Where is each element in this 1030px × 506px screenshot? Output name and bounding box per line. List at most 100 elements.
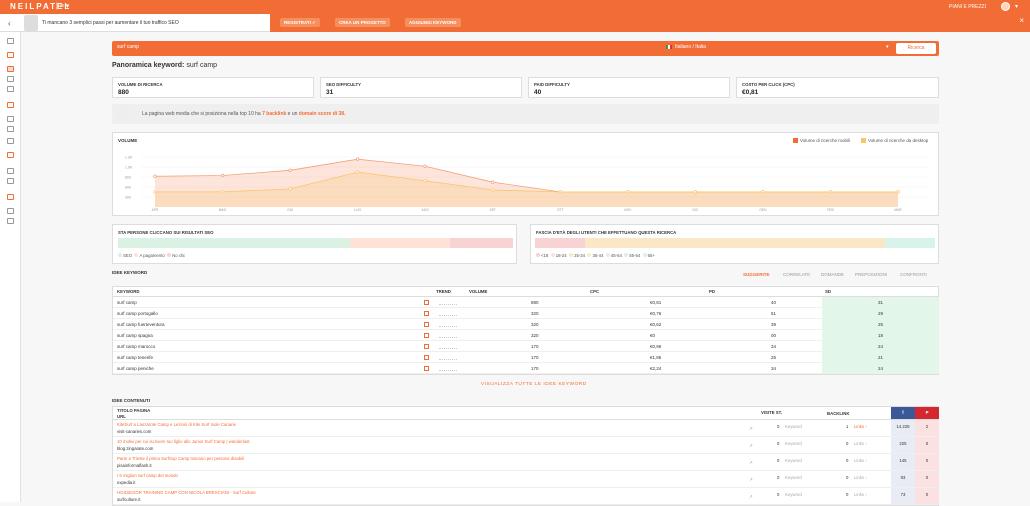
header-pd[interactable]: PD — [709, 287, 715, 297]
data-point[interactable] — [153, 190, 157, 194]
data-point[interactable] — [491, 180, 495, 184]
add-to-list-icon[interactable] — [424, 300, 429, 305]
data-point[interactable] — [491, 188, 495, 192]
data-point[interactable] — [423, 164, 427, 168]
calendar-icon[interactable] — [7, 126, 14, 132]
keyword-ideas-icon[interactable] — [7, 76, 14, 82]
header-trend[interactable]: TREND — [436, 287, 451, 297]
data-point[interactable] — [558, 190, 562, 194]
back-arrow-icon[interactable]: ‹ — [8, 19, 11, 28]
search-input[interactable]: surf camp — [117, 44, 139, 50]
visits-keyword-link[interactable]: Keyword — [785, 492, 802, 497]
content-title-link[interactable]: KiteSurf a Lanzarote Camp e Lezioni di K… — [117, 422, 236, 427]
tab-suggerite[interactable]: SUGGERITE — [743, 272, 770, 277]
header-sd[interactable]: SD — [825, 287, 831, 297]
add-keyword-step-button[interactable]: AGGIUNGI KEYWORD — [405, 18, 461, 27]
external-link-icon[interactable]: ↗ — [749, 426, 753, 432]
header-volume[interactable]: VOLUME — [469, 287, 487, 297]
content-url[interactable]: surfculture.it — [117, 497, 140, 502]
table-row[interactable]: surf camp marocco 170 €0,96 34 24 — [113, 341, 939, 352]
content-url[interactable]: pisainformaflash.it — [117, 463, 152, 468]
add-to-list-icon[interactable] — [424, 366, 429, 371]
backlinks-link[interactable]: Links › — [854, 475, 867, 480]
data-point[interactable] — [896, 190, 900, 194]
keyword-cell[interactable]: surf camp spagna — [117, 330, 153, 341]
language-select[interactable]: Italiano / Italia — [666, 44, 706, 50]
close-icon[interactable]: × — [1019, 16, 1024, 25]
view-all-keyword-ideas-link[interactable]: VISUALIZZA TUTTE LE IDEE KEYWORD — [481, 382, 587, 387]
header-visits[interactable]: VISITE ST. — [761, 410, 782, 415]
backlinks-link[interactable]: Links › — [854, 492, 867, 497]
keyword-cell[interactable]: surf camp portogallo — [117, 308, 158, 319]
data-point[interactable] — [423, 179, 427, 183]
create-project-step-button[interactable]: CREA UN PROGETTO — [335, 18, 390, 27]
tab-confronti[interactable]: CONFRONTI — [900, 272, 927, 277]
data-point[interactable] — [761, 190, 765, 194]
add-to-list-icon[interactable] — [424, 311, 429, 316]
header-url[interactable]: URL — [117, 414, 126, 419]
keyword-cell[interactable]: surf camp tenerife — [117, 352, 153, 363]
user-menu-caret-icon[interactable]: ▾ — [1015, 3, 1018, 10]
search-button[interactable]: Ricerca — [896, 43, 936, 54]
external-link-icon[interactable]: ↗ — [749, 494, 753, 500]
support-icon[interactable] — [7, 218, 14, 224]
backlinks-link[interactable]: Links › — [854, 424, 867, 429]
visits-keyword-link[interactable]: Keyword — [785, 458, 802, 463]
data-point[interactable] — [220, 173, 225, 178]
content-url[interactable]: blog.zingarate.com — [117, 446, 153, 451]
keyword-cell[interactable]: surf camp marocco — [117, 341, 155, 352]
table-row[interactable]: surf camp portogallo 320 €0,76 51 29 — [113, 308, 939, 319]
pinterest-icon[interactable]: P — [915, 407, 939, 419]
content-title-link[interactable]: HOSSEGOR TRAINING CAMP CON NICOLA BRESCI… — [117, 490, 256, 495]
visits-keyword-link[interactable]: Keyword — [785, 424, 802, 429]
add-to-list-icon[interactable] — [424, 344, 429, 349]
data-point[interactable] — [355, 157, 360, 161]
tab-domande[interactable]: DOMANDE — [821, 272, 844, 277]
keyword-overview-icon[interactable] — [7, 66, 14, 72]
data-point[interactable] — [153, 174, 157, 178]
data-point[interactable] — [355, 170, 360, 174]
backlinks-icon[interactable] — [7, 86, 14, 92]
data-point[interactable] — [288, 187, 292, 191]
keyword-cell[interactable]: surf camp fuerteventura — [117, 319, 165, 330]
add-to-list-icon[interactable] — [424, 355, 429, 360]
visits-keyword-link[interactable]: Keyword — [785, 475, 802, 480]
content-ideas-icon[interactable] — [7, 152, 14, 158]
data-point[interactable] — [288, 168, 292, 172]
site-audit-icon[interactable] — [7, 102, 14, 108]
content-title-link[interactable]: Parte a Trieste il primo SurfSup Camp to… — [117, 456, 244, 461]
register-step-button[interactable]: REGISTRATI ✓ — [280, 18, 320, 27]
table-row[interactable]: surf camp tenerife 170 €1,85 26 21 — [113, 352, 939, 363]
header-keyword[interactable]: KEYWORD — [117, 287, 139, 297]
content-title-link[interactable]: 10 motivi per cui iscrivere tuo figlio a… — [117, 439, 249, 444]
backlinks-link[interactable]: Links › — [854, 458, 867, 463]
tab-correlate[interactable]: CORRELATE — [783, 272, 810, 277]
brand-menu-toggle[interactable]: | ≡ ▾ — [56, 2, 69, 10]
tab-preposizioni[interactable]: PREPOSIZIONI — [855, 272, 887, 277]
user-avatar[interactable] — [1001, 2, 1010, 11]
table-row[interactable]: surf camp spagna 320 €0 00 18 — [113, 330, 939, 341]
rank-tracking-icon[interactable] — [7, 116, 14, 122]
header-backlinks[interactable]: BACKLINK — [827, 411, 849, 416]
table-row[interactable]: surf camp peniche 170 €2,24 34 24 — [113, 363, 939, 374]
data-point[interactable] — [693, 190, 698, 194]
visits-keyword-link[interactable]: Keyword — [785, 441, 802, 446]
content-url[interactable]: visit-canaries.com — [117, 429, 151, 434]
external-link-icon[interactable]: ↗ — [749, 477, 753, 483]
book-icon[interactable] — [7, 208, 14, 214]
data-point[interactable] — [220, 190, 225, 194]
content-title-link[interactable]: I 5 migliori surf camp del mondo — [117, 473, 178, 478]
external-link-icon[interactable]: ↗ — [749, 443, 753, 449]
plans-link[interactable]: PIANI E PREZZI — [949, 4, 986, 10]
facebook-icon[interactable]: f — [891, 407, 915, 419]
traffic-icon[interactable] — [7, 138, 14, 144]
table-row[interactable]: surf camp fuerteventura 320 €0,62 39 25 — [113, 319, 939, 330]
keyword-cell[interactable]: surf camp — [117, 297, 137, 308]
chevron-down-icon[interactable]: ▾ — [886, 44, 889, 50]
add-to-list-icon[interactable] — [424, 322, 429, 327]
table-row[interactable]: surf camp 880 €0,81 40 31 — [113, 297, 939, 308]
add-to-list-icon[interactable] — [424, 333, 429, 338]
data-point[interactable] — [626, 190, 630, 194]
content-url[interactable]: expedia.it — [117, 480, 135, 485]
external-link-icon[interactable]: ↗ — [749, 460, 753, 466]
